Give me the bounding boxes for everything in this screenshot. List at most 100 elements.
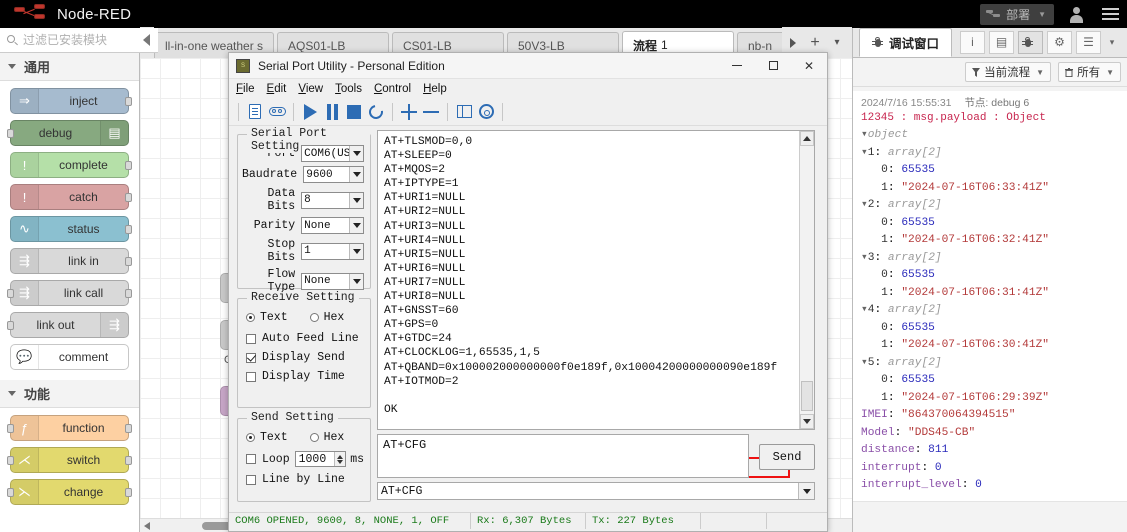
debug-scope-filter-button[interactable]: 当前流程 ▼: [965, 62, 1052, 82]
node-input-port[interactable]: [7, 456, 14, 465]
new-file-button[interactable]: [244, 101, 266, 123]
debug-tree-array-node[interactable]: ▾2: array[2]: [861, 197, 1121, 215]
dropdown-arrow-button[interactable]: [349, 192, 363, 208]
palette-search-bar[interactable]: [0, 28, 158, 53]
send-hex-radio[interactable]: [309, 433, 319, 442]
debug-tree-array-item[interactable]: 0: 65535: [861, 215, 1121, 233]
collapse-palette-icon[interactable]: [143, 34, 150, 46]
debug-tree-array-node[interactable]: ▾3: array[2]: [861, 250, 1121, 268]
debug-tree-array-item[interactable]: 1: "2024-07-16T06:30:41Z": [861, 337, 1121, 355]
menu-item-help[interactable]: Help: [423, 83, 447, 95]
menu-item-view[interactable]: View: [298, 83, 323, 95]
serial-send-input[interactable]: AT+CFG: [377, 434, 749, 478]
receive-hex-radio[interactable]: [309, 313, 319, 322]
debug-clear-button[interactable]: 所有 ▼: [1058, 62, 1121, 82]
dropdown-arrow-button[interactable]: [349, 218, 363, 233]
menu-item-tools[interactable]: Tools: [335, 83, 362, 95]
debug-message-list[interactable]: 2024/7/16 15:55:31 节点: debug 6 12345 : m…: [853, 87, 1127, 532]
scroll-left-icon[interactable]: [144, 521, 150, 530]
debug-tree-array-item[interactable]: 1: "2024-07-16T06:33:41Z": [861, 180, 1121, 198]
display-time-checkbox[interactable]: [246, 371, 256, 382]
display-send-checkbox[interactable]: [246, 352, 256, 363]
debug-tree-array-node[interactable]: ▾1: array[2]: [861, 145, 1121, 163]
menu-item-control[interactable]: Control: [374, 83, 411, 95]
node-output-port[interactable]: [125, 424, 132, 433]
debug-tree-array-item[interactable]: 1: "2024-07-16T06:32:41Z": [861, 232, 1121, 250]
palette-node-link-out[interactable]: ⇶ link out: [7, 312, 129, 338]
terminal-scrollbar[interactable]: [799, 131, 814, 429]
loop-interval-input[interactable]: 1000: [294, 451, 347, 467]
user-menu-button[interactable]: [1059, 0, 1093, 28]
palette-node-link-in[interactable]: ⇶ link in: [10, 248, 132, 274]
send-history-combo[interactable]: AT+CFG: [377, 482, 815, 500]
node-output-port[interactable]: [125, 161, 132, 170]
palette-node-comment[interactable]: 💬 comment: [10, 344, 129, 370]
send-text-radio[interactable]: [246, 433, 255, 442]
spinner-up-icon[interactable]: [337, 454, 344, 459]
main-menu-button[interactable]: [1093, 0, 1127, 28]
close-button[interactable]: ✕: [791, 53, 827, 79]
send-history-dropdown-button[interactable]: [798, 483, 814, 499]
info-icon[interactable]: i: [960, 30, 985, 54]
debug-bug-icon[interactable]: [1018, 30, 1043, 54]
debug-tree-property[interactable]: interrupt_level: 0: [861, 477, 1121, 495]
palette-category-header[interactable]: 通用: [0, 53, 139, 81]
auto-feed-line-checkbox[interactable]: [246, 333, 256, 344]
debug-message[interactable]: 2024/7/16 15:55:31 节点: debug 6 12345 : m…: [853, 91, 1127, 502]
context-stack-icon[interactable]: ☰: [1076, 30, 1101, 54]
node-output-port[interactable]: [125, 456, 132, 465]
serial-setting-port-select[interactable]: COM6(USE: [301, 145, 364, 162]
palette-node-link-call[interactable]: ⇶ link call: [7, 280, 132, 306]
line-by-line-checkbox[interactable]: [246, 474, 256, 485]
node-input-port[interactable]: [7, 289, 14, 298]
palette-node-switch[interactable]: ⋌ switch: [7, 447, 132, 473]
node-input-port[interactable]: [7, 129, 14, 138]
node-output-port[interactable]: [125, 488, 132, 497]
help-book-icon[interactable]: ▤: [989, 30, 1014, 54]
debug-tree-array-item[interactable]: 0: 65535: [861, 267, 1121, 285]
terminal-scroll-thumb[interactable]: [801, 381, 813, 411]
debug-tree-property[interactable]: distance: 811: [861, 442, 1121, 460]
menu-item-file[interactable]: File: [236, 83, 255, 95]
open-port-button[interactable]: [299, 101, 321, 123]
send-button[interactable]: Send: [759, 444, 815, 470]
debug-tree-array-item[interactable]: 0: 65535: [861, 162, 1121, 180]
serial-setting-stop-bits-select[interactable]: 1: [301, 242, 364, 260]
palette-node-complete[interactable]: ! complete: [10, 152, 132, 178]
node-output-port[interactable]: [125, 97, 132, 106]
palette-node-debug[interactable]: ▤ debug: [7, 120, 129, 146]
dropdown-arrow-button[interactable]: [349, 273, 363, 289]
debug-tree-root[interactable]: ▾object: [861, 127, 1121, 145]
node-output-port[interactable]: [125, 289, 132, 298]
serial-port-utility-window[interactable]: S Serial Port Utility - Personal Edition…: [228, 52, 828, 532]
dropdown-arrow-button[interactable]: [349, 146, 363, 161]
deploy-chevron-down-icon[interactable]: ▼: [1038, 10, 1046, 19]
palette-node-function[interactable]: ƒ function: [7, 415, 132, 441]
receive-text-radio[interactable]: [246, 313, 255, 322]
loop-spinner[interactable]: [334, 452, 346, 466]
node-output-port[interactable]: [125, 193, 132, 202]
refresh-button[interactable]: [365, 101, 387, 123]
debug-tree-array-item[interactable]: 0: 65535: [861, 320, 1121, 338]
serial-setting-baudrate-select[interactable]: 9600: [303, 166, 364, 183]
zoom-out-button[interactable]: [420, 101, 442, 123]
debug-tree-array-item[interactable]: 0: 65535: [861, 372, 1121, 390]
debug-tree-property[interactable]: Model: "DDS45-CB": [861, 425, 1121, 443]
tab-debug[interactable]: 调试窗口: [859, 28, 953, 57]
palette-category-header[interactable]: 功能: [0, 380, 139, 408]
node-output-port[interactable]: [125, 257, 132, 266]
terminal-scroll-down-button[interactable]: [800, 414, 814, 429]
dropdown-arrow-button[interactable]: [349, 243, 363, 259]
serial-setting-data-bits-select[interactable]: 8: [301, 191, 364, 209]
serial-setting-parity-select[interactable]: None: [301, 217, 364, 234]
zoom-in-button[interactable]: [398, 101, 420, 123]
palette-node-inject[interactable]: ⇒ inject: [10, 88, 132, 114]
palette-node-catch[interactable]: ! catch: [10, 184, 132, 210]
node-input-port[interactable]: [7, 321, 14, 330]
palette-search-input[interactable]: [23, 33, 133, 47]
node-input-port[interactable]: [7, 488, 14, 497]
debug-tree-array-node[interactable]: ▾4: array[2]: [861, 302, 1121, 320]
deploy-button[interactable]: 部署 ▼: [980, 3, 1054, 25]
settings-button[interactable]: [475, 101, 497, 123]
node-input-port[interactable]: [7, 424, 14, 433]
